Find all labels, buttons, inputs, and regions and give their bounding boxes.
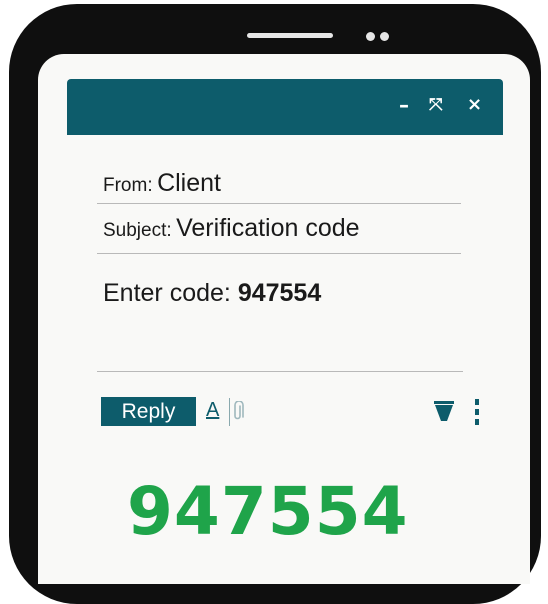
divider: [97, 203, 461, 204]
subject-row: Subject: Verification code: [103, 214, 360, 243]
verification-code-display: 947554: [127, 473, 409, 550]
phone-speaker: [247, 33, 333, 38]
trash-icon[interactable]: [433, 401, 455, 427]
close-button[interactable]: ×: [467, 93, 482, 117]
divider: [97, 253, 461, 254]
subject-label: Subject:: [103, 220, 172, 241]
email-body: Enter code: 947554: [103, 279, 321, 308]
paperclip-icon[interactable]: [232, 400, 244, 427]
divider: [97, 371, 463, 372]
email-window-titlebar: – ⤧ ×: [67, 79, 503, 135]
minimize-button[interactable]: –: [399, 93, 409, 117]
phone-camera-dot: [366, 32, 375, 41]
from-label: From:: [103, 175, 153, 196]
body-prefix: Enter code:: [103, 279, 231, 307]
more-vertical-icon[interactable]: [474, 398, 480, 430]
maximize-button[interactable]: ⤧: [429, 93, 443, 117]
reply-button[interactable]: Reply: [101, 397, 196, 426]
from-value: Client: [157, 169, 221, 197]
from-row: From: Client: [103, 169, 221, 198]
toolbar-separator: [229, 398, 230, 426]
body-code: 947554: [237, 279, 322, 307]
phone-camera-dot: [380, 32, 389, 41]
subject-value: Verification code: [176, 214, 360, 242]
font-format-icon[interactable]: A: [206, 399, 219, 422]
